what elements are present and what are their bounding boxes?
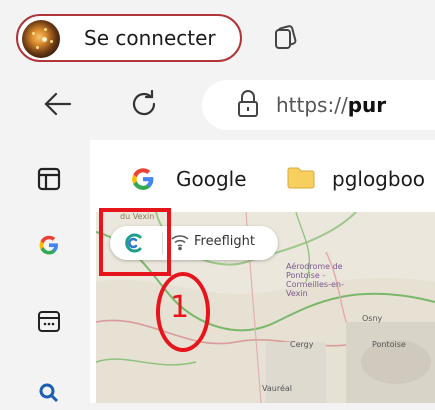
site-info-lock-icon[interactable]: [234, 88, 262, 120]
address-url[interactable]: https://pur: [276, 93, 386, 117]
google-icon[interactable]: [128, 164, 158, 194]
wifi-icon: [170, 233, 190, 251]
freeflight-label[interactable]: Freeflight: [194, 234, 255, 249]
favorite-google-label[interactable]: Google: [176, 167, 247, 191]
profile-avatar-icon: [22, 20, 60, 58]
reload-icon[interactable]: [126, 86, 162, 122]
back-arrow-icon[interactable]: [40, 86, 76, 122]
sidebar-panel-icon[interactable]: [36, 166, 62, 192]
profile-label: Se connecter: [84, 26, 216, 50]
annotation-highlight-box: [99, 208, 171, 276]
map-label-pontoise: Pontoise: [372, 340, 406, 349]
map-label-osny: Osny: [362, 314, 383, 323]
map-label-aerodrome: Aérodrome de Pontoise - Cormeilles-en-Ve…: [286, 262, 344, 298]
favorite-folder-label[interactable]: pglogboo: [332, 167, 425, 191]
search-icon[interactable]: [36, 380, 62, 406]
url-domain: pur: [347, 93, 387, 117]
map-label-vaureal: Vauréal: [262, 384, 292, 393]
folder-icon[interactable]: [286, 166, 316, 190]
map-label-cergy: Cergy: [290, 340, 314, 349]
calendar-icon[interactable]: [36, 308, 62, 334]
profile-button[interactable]: Se connecter: [16, 14, 242, 62]
url-prefix: https://: [276, 93, 348, 117]
sidebar-google-icon[interactable]: [36, 232, 62, 258]
tab-actions-icon[interactable]: [270, 22, 300, 52]
annotation-number: 1: [170, 290, 190, 325]
